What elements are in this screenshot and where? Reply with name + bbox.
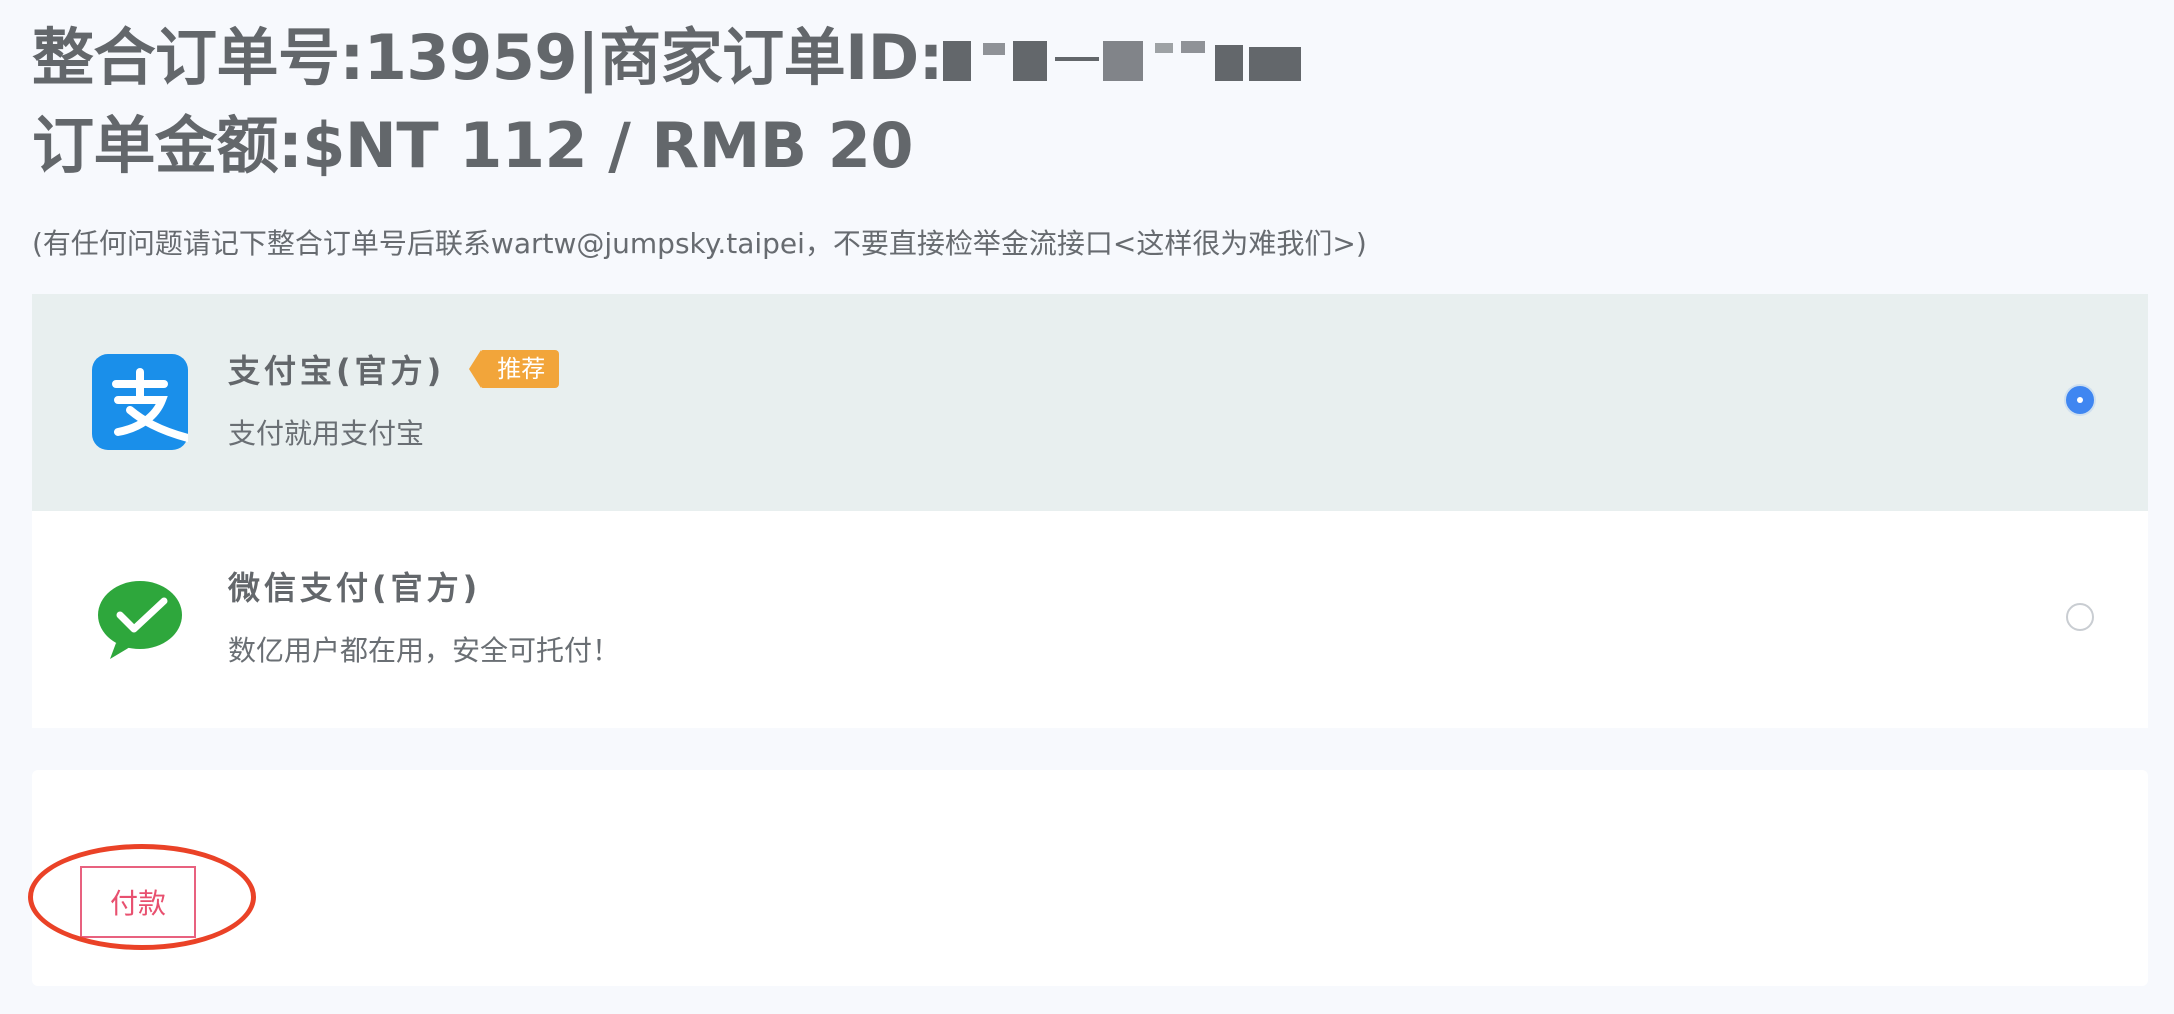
order-id-line: 整合订单号:13959|商家订单ID:: [32, 14, 2132, 102]
wechat-description: 数亿用户都在用，安全可托付！: [228, 634, 621, 667]
wechat-radio[interactable]: [2066, 603, 2094, 631]
payment-option-alipay[interactable]: 支付宝(官方) 推荐 支付就用支付宝: [32, 294, 2148, 511]
redacted-merchant-id: [942, 33, 1303, 83]
order-header: 整合订单号:13959|商家订单ID: 订单金额:$NT 112 / RMB 2…: [32, 14, 2132, 190]
wechat-title-row: 微信支付(官方): [228, 563, 481, 609]
support-notice: (有任何问题请记下整合订单号后联系wartw@jumpsky.taipei，不要…: [32, 227, 1367, 260]
wechat-name: 微信支付(官方): [228, 569, 482, 607]
alipay-description: 支付就用支付宝: [228, 417, 425, 450]
pay-panel: 付款: [28, 770, 2148, 986]
alipay-logo-icon: [92, 354, 188, 450]
payment-option-wechat[interactable]: 微信支付(官方) 数亿用户都在用，安全可托付！: [32, 511, 2148, 728]
payment-method-list: 支付宝(官方) 推荐 支付就用支付宝 微信支付(官方) 数亿用户都在用，安全可托…: [32, 294, 2148, 728]
order-id-text: 整合订单号:13959|商家订单ID:: [32, 21, 943, 94]
alipay-title-row: 支付宝(官方) 推荐: [228, 346, 560, 392]
recommended-badge: 推荐: [469, 350, 560, 388]
alipay-radio[interactable]: [2066, 386, 2094, 414]
pay-button[interactable]: 付款: [80, 866, 196, 938]
order-amount-line: 订单金额:$NT 112 / RMB 20: [32, 109, 914, 182]
wechat-pay-logo-icon: [98, 581, 182, 659]
alipay-name: 支付宝(官方): [228, 352, 446, 390]
